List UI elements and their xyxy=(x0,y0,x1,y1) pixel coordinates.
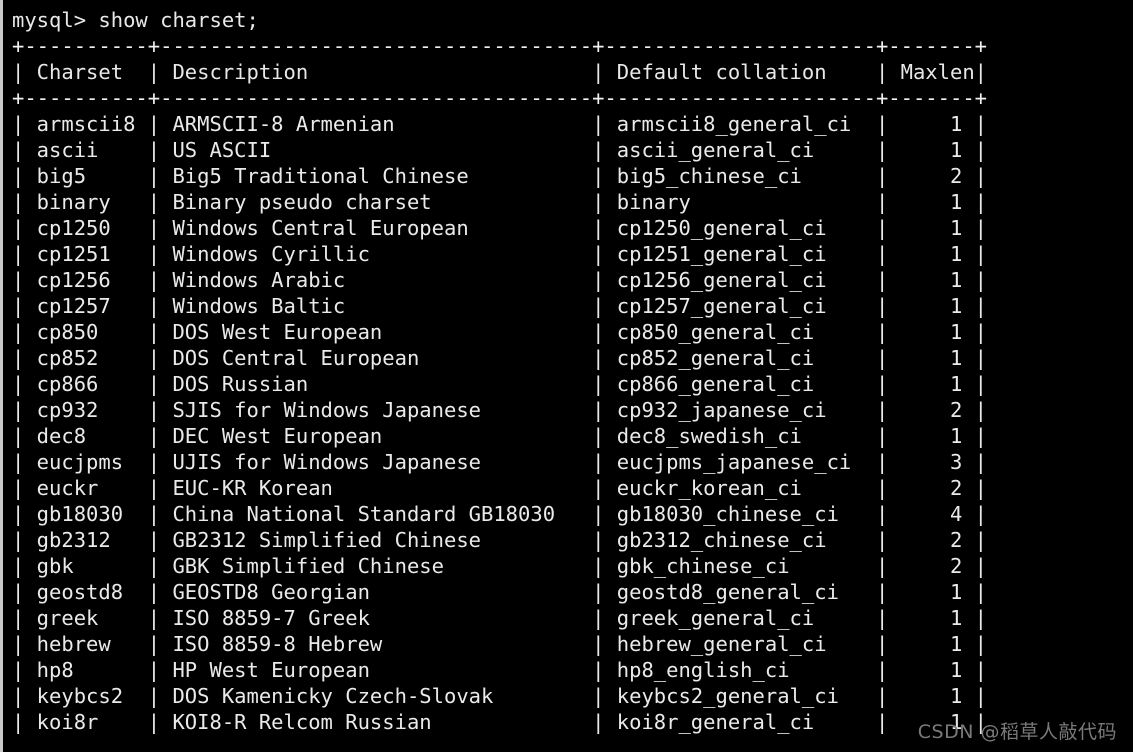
table-row: | binary | Binary pseudo charset | binar… xyxy=(12,190,988,214)
table-row: | cp1251 | Windows Cyrillic | cp1251_gen… xyxy=(12,242,988,266)
result-table: +----------+----------------------------… xyxy=(3,33,1133,735)
table-row: | euckr | EUC-KR Korean | euckr_korean_c… xyxy=(12,476,988,500)
table-row: | cp852 | DOS Central European | cp852_g… xyxy=(12,346,988,370)
table-row: | greek | ISO 8859-7 Greek | greek_gener… xyxy=(12,606,988,630)
command-prompt-line: mysql> show charset; xyxy=(12,8,259,32)
table-rule-header: +----------+----------------------------… xyxy=(12,86,988,110)
table-row: | koi8r | KOI8-R Relcom Russian | koi8r_… xyxy=(12,710,988,734)
table-row: | cp1256 | Windows Arabic | cp1256_gener… xyxy=(12,268,988,292)
table-row: | hebrew | ISO 8859-8 Hebrew | hebrew_ge… xyxy=(12,632,988,656)
table-row: | cp866 | DOS Russian | cp866_general_ci… xyxy=(12,372,988,396)
table-row: | cp850 | DOS West European | cp850_gene… xyxy=(12,320,988,344)
table-row: | big5 | Big5 Traditional Chinese | big5… xyxy=(12,164,988,188)
table-row: | keybcs2 | DOS Kamenicky Czech-Slovak |… xyxy=(12,684,988,708)
table-row: | cp1257 | Windows Baltic | cp1257_gener… xyxy=(12,294,988,318)
table-row: | gbk | GBK Simplified Chinese | gbk_chi… xyxy=(12,554,988,578)
terminal-window[interactable]: mysql> show charset; +----------+-------… xyxy=(0,0,1133,752)
table-row: | eucjpms | UJIS for Windows Japanese | … xyxy=(12,450,988,474)
table-row: | cp1250 | Windows Central European | cp… xyxy=(12,216,988,240)
table-header-row: | Charset | Description | Default collat… xyxy=(12,60,988,84)
table-row: | geostd8 | GEOSTD8 Georgian | geostd8_g… xyxy=(12,580,988,604)
table-row: | ascii | US ASCII | ascii_general_ci | … xyxy=(12,138,988,162)
table-rule-top: +----------+----------------------------… xyxy=(12,34,988,58)
table-row: | gb2312 | GB2312 Simplified Chinese | g… xyxy=(12,528,988,552)
table-row: | hp8 | HP West European | hp8_english_c… xyxy=(12,658,988,682)
table-row: | dec8 | DEC West European | dec8_swedis… xyxy=(12,424,988,448)
table-row: | gb18030 | China National Standard GB18… xyxy=(12,502,988,526)
table-row: | cp932 | SJIS for Windows Japanese | cp… xyxy=(12,398,988,422)
table-row: | armscii8 | ARMSCII-8 Armenian | armsci… xyxy=(12,112,988,136)
